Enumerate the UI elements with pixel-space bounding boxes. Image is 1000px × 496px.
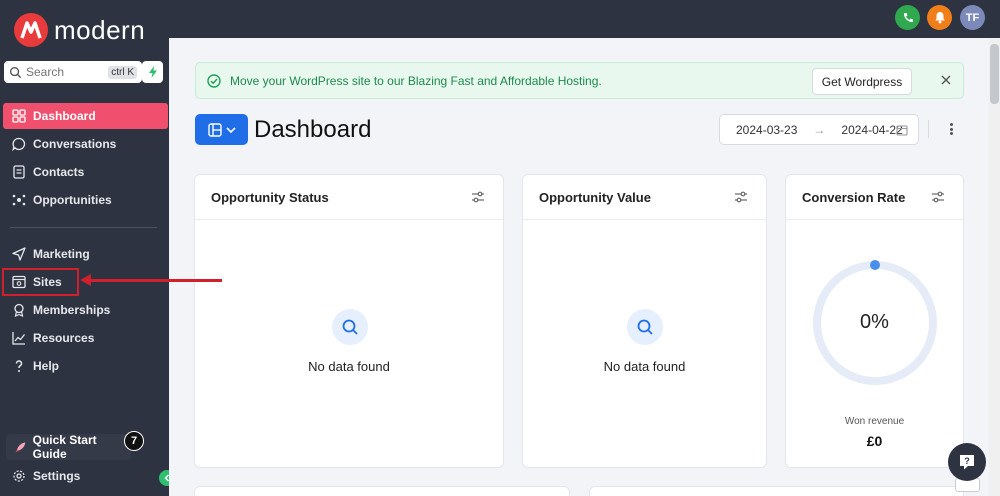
card-title: Opportunity Status — [211, 189, 329, 205]
sidebar-item-help[interactable]: Help — [3, 353, 168, 379]
chat-icon — [12, 137, 26, 151]
sidebar-divider — [10, 227, 157, 228]
layout-icon — [207, 122, 222, 137]
svg-text:?: ? — [964, 456, 970, 466]
get-wordpress-button[interactable]: Get Wordpress — [812, 68, 912, 95]
lower-card-right — [589, 486, 964, 496]
close-icon[interactable] — [939, 73, 953, 87]
lightning-icon — [148, 66, 157, 78]
scrollbar-track[interactable] — [989, 38, 1000, 496]
sidebar-item-label: Contacts — [33, 165, 85, 179]
search-icon — [332, 309, 368, 345]
arrow-right-icon: → — [813, 122, 826, 137]
more-vertical-icon — [949, 123, 953, 126]
search-icon — [627, 309, 663, 345]
wordpress-banner: Move your WordPress site to our Blazing … — [195, 62, 964, 99]
chart-line-icon — [12, 332, 26, 345]
topbar: TF — [169, 0, 1000, 38]
phone-icon — [903, 12, 913, 22]
more-dot — [949, 127, 953, 131]
sidebar-item-label: Opportunities — [33, 193, 112, 207]
opportunity-status-card: Opportunity Status No data found — [194, 174, 504, 468]
bell-icon — [934, 12, 945, 24]
dashboard-icon — [12, 109, 26, 123]
quick-start-badge: 7 — [124, 431, 144, 451]
view-switcher-button[interactable] — [195, 114, 248, 145]
banner-text: Move your WordPress site to our Blazing … — [230, 73, 602, 88]
card-header: Opportunity Value — [523, 175, 766, 220]
sidebar-item-dashboard[interactable]: Dashboard — [3, 103, 168, 129]
sidebar-item-contacts[interactable]: Contacts — [3, 159, 168, 185]
date-start: 2024-03-23 — [736, 122, 798, 137]
sidebar-item-conversations[interactable]: Conversations — [3, 131, 168, 157]
gauge-indicator — [870, 260, 880, 270]
search-icon — [9, 66, 22, 78]
gear-icon — [13, 470, 25, 482]
phone-button[interactable] — [895, 5, 920, 30]
help-chat-icon: ? — [960, 455, 974, 470]
sidebar: modern ctrl K Dashboard Conversations Co… — [0, 0, 169, 496]
conversion-rate-card: Conversion Rate 0% Won revenue £0 — [785, 174, 964, 468]
user-avatar[interactable]: TF — [960, 5, 985, 30]
quick-action-button[interactable] — [142, 61, 163, 83]
settings-label: Settings — [33, 469, 81, 483]
empty-state-text: No data found — [603, 359, 686, 374]
logo-mark-icon — [14, 13, 48, 47]
sidebar-item-label: Marketing — [33, 247, 90, 261]
sidebar-item-memberships[interactable]: Memberships — [3, 297, 168, 323]
date-range-picker[interactable]: 2024-03-23 → 2024-04-22 — [719, 114, 919, 145]
won-revenue-value: £0 — [866, 433, 883, 449]
opportunities-icon — [12, 194, 26, 206]
sidebar-item-resources[interactable]: Resources — [3, 325, 168, 351]
sidebar-item-label: Resources — [33, 331, 95, 345]
more-options-button[interactable] — [944, 121, 958, 137]
brand-logo[interactable]: modern — [14, 10, 145, 50]
sidebar-item-marketing[interactable]: Marketing — [3, 241, 168, 267]
calendar-icon — [896, 125, 908, 136]
send-icon — [12, 247, 26, 261]
search-input[interactable] — [26, 65, 106, 79]
conversion-rate-value: 0% — [860, 311, 889, 333]
filter-icon[interactable] — [471, 191, 485, 203]
brand-name: modern — [54, 14, 146, 45]
page-title: Dashboard — [254, 116, 372, 143]
empty-state-text: No data found — [308, 359, 390, 374]
annotation-arrow-line — [88, 279, 222, 282]
contacts-icon — [13, 165, 25, 179]
sidebar-item-label: Memberships — [33, 303, 111, 317]
chevron-down-icon — [225, 126, 236, 133]
rocket-icon — [15, 442, 26, 452]
quick-start-guide-button[interactable]: Quick Start Guide — [6, 433, 131, 461]
filter-icon[interactable] — [734, 191, 748, 203]
won-revenue-label: Won revenue — [844, 416, 905, 427]
card-title: Opportunity Value — [539, 189, 651, 205]
card-header: Opportunity Status — [195, 175, 503, 220]
scrollbar-thumb[interactable] — [990, 44, 999, 104]
header-separator — [928, 120, 929, 138]
sites-highlight-box — [2, 268, 79, 296]
sidebar-item-settings[interactable]: Settings — [3, 464, 153, 488]
search-shortcut: ctrl K — [108, 65, 137, 79]
date-end: 2024-04-22 — [841, 122, 903, 137]
quick-start-label: Quick Start Guide — [32, 433, 97, 461]
badge-icon — [14, 303, 24, 317]
card-title: Conversion Rate — [802, 189, 906, 205]
card-header: Conversion Rate — [786, 175, 963, 220]
filter-icon[interactable] — [931, 191, 945, 203]
question-icon — [15, 360, 23, 372]
notifications-button[interactable] — [927, 5, 952, 30]
more-dot — [949, 132, 953, 135]
sidebar-item-label: Help — [33, 359, 60, 373]
opportunity-value-card: Opportunity Value No data found — [522, 174, 767, 468]
check-circle-icon — [207, 73, 221, 88]
lower-card-left — [194, 486, 570, 496]
annotation-arrow-head — [80, 274, 91, 286]
search-box[interactable]: ctrl K — [4, 61, 142, 83]
sidebar-item-opportunities[interactable]: Opportunities — [3, 187, 168, 213]
sidebar-item-label: Conversations — [33, 137, 117, 151]
help-chat-button[interactable]: ? — [948, 443, 986, 481]
sidebar-item-label: Dashboard — [33, 109, 96, 123]
